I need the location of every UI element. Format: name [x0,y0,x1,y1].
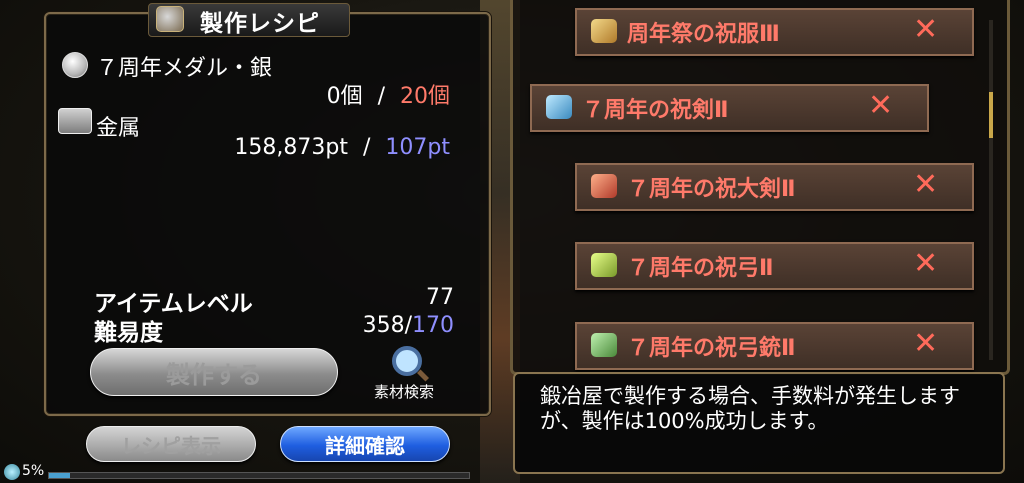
info-message-text: 鍛冶屋で製作する場合、手数料が発生しますが、製作は100%成功します。 [540,384,960,433]
separator: / [377,84,385,109]
recipe-item-name: ７周年の祝弓銃Ⅱ [627,336,796,361]
greatsword-icon [591,174,617,198]
scrollbar-thumb[interactable] [989,92,993,138]
crossbow-icon [591,333,617,357]
metal-ingot-icon [58,108,92,134]
separator: / [362,135,371,160]
recipe-list-item[interactable]: ７周年の祝弓Ⅱ ✕ [575,242,974,290]
status-orb-icon [4,464,20,480]
panel-title: 製作レシピ [200,11,320,37]
material-search-label[interactable]: 素材検索 [374,381,434,402]
item-level-value: 77 [426,285,454,310]
separator: / [404,313,412,338]
material-required: 20個 [400,84,450,109]
scrollbar-track[interactable] [989,20,993,360]
difficulty-label: 難易度 [94,320,163,346]
close-icon[interactable]: ✕ [868,88,893,124]
recipe-list-item[interactable]: ７周年の祝大剣Ⅱ ✕ [575,163,974,211]
material-required: 107pt [385,135,450,160]
robe-icon [591,19,617,43]
sword-icon [546,95,572,119]
recipe-item-name: 周年祭の祝服Ⅲ [627,22,780,47]
status-progress-bar [48,472,470,479]
show-recipe-button[interactable]: レシピ表示 [86,426,256,462]
close-icon[interactable]: ✕ [913,12,938,48]
close-icon[interactable]: ✕ [913,326,938,362]
recipe-item-name: ７周年の祝大剣Ⅱ [627,177,796,202]
material-owned: 0個 [326,84,363,109]
bow-icon [591,253,617,277]
difficulty-required: 170 [412,313,454,338]
magnifier-icon[interactable] [392,346,422,376]
craft-button[interactable]: 製作する [90,348,338,396]
recipe-list-item[interactable]: ７周年の祝弓銃Ⅱ ✕ [575,322,974,370]
recipe-book-icon [156,6,184,32]
material-name-medal: ７周年メダル・銀 [96,56,273,81]
status-progress-fill [49,473,70,478]
status-percent: 5% [22,463,45,479]
recipe-list-item[interactable]: ７周年の祝剣Ⅱ ✕ [530,84,929,132]
material-count-medal: 0個 / 20個 [327,78,450,110]
close-icon[interactable]: ✕ [913,246,938,282]
silver-medal-icon [62,52,88,78]
difficulty-value: 358/170 [363,313,454,338]
recipe-item-name: ７周年の祝剣Ⅱ [582,98,729,123]
close-icon[interactable]: ✕ [913,167,938,203]
difficulty-current: 358 [362,313,405,338]
recipe-item-name: ７周年の祝弓Ⅱ [627,256,774,281]
recipe-list-item[interactable]: 周年祭の祝服Ⅲ ✕ [575,8,974,56]
material-count-metal: 158,873pt / 107pt [234,135,450,160]
detail-confirm-button[interactable]: 詳細確認 [280,426,450,462]
material-owned: 158,873pt [234,135,348,160]
material-name-metal: 金属 [96,116,141,141]
